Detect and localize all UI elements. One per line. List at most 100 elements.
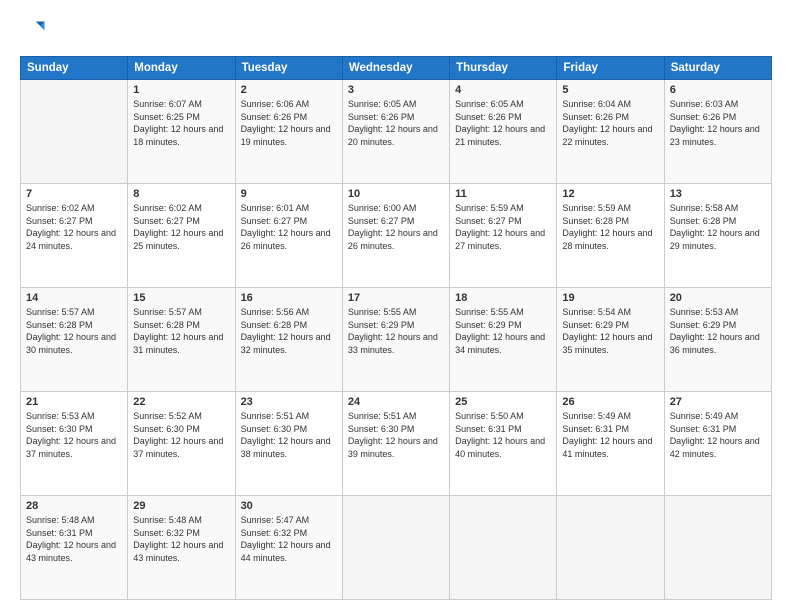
day-number: 6 <box>670 84 766 96</box>
calendar-cell: 30 Sunrise: 5:47 AMSunset: 6:32 PMDayligh… <box>235 496 342 600</box>
calendar-cell: 23Sunrise: 5:51 AMSunset: 6:30 PMDayligh… <box>235 392 342 496</box>
calendar-cell: 20 Sunrise: 5:53 AMSunset: 6:29 PMDayligh… <box>664 288 771 392</box>
day-info: Sunrise: 6:03 AMSunset: 6:26 PMDaylight:… <box>670 98 766 148</box>
calendar-cell: 9 Sunrise: 6:01 AMSunset: 6:27 PMDaylight… <box>235 184 342 288</box>
day-info: Sunrise: 5:50 AMSunset: 6:31 PMDaylight:… <box>455 410 551 460</box>
header <box>20 18 772 46</box>
day-info: Sunrise: 6:07 AMSunset: 6:25 PMDaylight:… <box>133 98 229 148</box>
day-number: 28 <box>26 500 122 512</box>
day-number: 1 <box>133 84 229 96</box>
day-number: 26 <box>562 396 658 408</box>
day-info: Sunrise: 5:59 AMSunset: 6:27 PMDaylight:… <box>455 202 551 252</box>
calendar-table: SundayMondayTuesdayWednesdayThursdayFrid… <box>20 56 772 600</box>
calendar-week-3: 14 Sunrise: 5:57 AMSunset: 6:28 PMDayligh… <box>21 288 772 392</box>
day-number: 14 <box>26 292 122 304</box>
day-info: Sunrise: 6:04 AMSunset: 6:26 PMDaylight:… <box>562 98 658 148</box>
day-info: Sunrise: 5:55 AMSunset: 6:29 PMDaylight:… <box>348 306 444 356</box>
day-number: 3 <box>348 84 444 96</box>
calendar-week-2: 7 Sunrise: 6:02 AMSunset: 6:27 PMDaylight… <box>21 184 772 288</box>
col-header-thursday: Thursday <box>450 57 557 80</box>
day-info: Sunrise: 6:02 AMSunset: 6:27 PMDaylight:… <box>133 202 229 252</box>
calendar-week-5: 28 Sunrise: 5:48 AMSunset: 6:31 PMDayligh… <box>21 496 772 600</box>
day-number: 21 <box>26 396 122 408</box>
day-info: Sunrise: 5:51 AMSunset: 6:30 PMDaylight:… <box>348 410 444 460</box>
calendar-cell: 3 Sunrise: 6:05 AMSunset: 6:26 PMDaylight… <box>342 80 449 184</box>
day-info: Sunrise: 5:56 AMSunset: 6:28 PMDaylight:… <box>241 306 337 356</box>
logo <box>20 18 52 46</box>
calendar-cell: 1 Sunrise: 6:07 AMSunset: 6:25 PMDaylight… <box>128 80 235 184</box>
day-number: 10 <box>348 188 444 200</box>
calendar-cell: 28 Sunrise: 5:48 AMSunset: 6:31 PMDayligh… <box>21 496 128 600</box>
col-header-wednesday: Wednesday <box>342 57 449 80</box>
calendar-cell: 18 Sunrise: 5:55 AMSunset: 6:29 PMDayligh… <box>450 288 557 392</box>
calendar-cell: 29 Sunrise: 5:48 AMSunset: 6:32 PMDayligh… <box>128 496 235 600</box>
day-info: Sunrise: 6:05 AMSunset: 6:26 PMDaylight:… <box>348 98 444 148</box>
calendar-week-1: 1 Sunrise: 6:07 AMSunset: 6:25 PMDaylight… <box>21 80 772 184</box>
day-number: 13 <box>670 188 766 200</box>
calendar-body: 1 Sunrise: 6:07 AMSunset: 6:25 PMDaylight… <box>21 80 772 600</box>
calendar-cell: 25 Sunrise: 5:50 AMSunset: 6:31 PMDayligh… <box>450 392 557 496</box>
day-info: Sunrise: 5:49 AMSunset: 6:31 PMDaylight:… <box>562 410 658 460</box>
day-info: Sunrise: 5:59 AMSunset: 6:28 PMDaylight:… <box>562 202 658 252</box>
calendar-header-row: SundayMondayTuesdayWednesdayThursdayFrid… <box>21 57 772 80</box>
day-number: 18 <box>455 292 551 304</box>
day-info: Sunrise: 5:48 AMSunset: 6:32 PMDaylight:… <box>133 514 229 564</box>
calendar-cell: 12 Sunrise: 5:59 AMSunset: 6:28 PMDayligh… <box>557 184 664 288</box>
calendar-cell: 19 Sunrise: 5:54 AMSunset: 6:29 PMDayligh… <box>557 288 664 392</box>
calendar-cell: 24 Sunrise: 5:51 AMSunset: 6:30 PMDayligh… <box>342 392 449 496</box>
calendar-week-4: 21 Sunrise: 5:53 AMSunset: 6:30 PMDayligh… <box>21 392 772 496</box>
col-header-monday: Monday <box>128 57 235 80</box>
col-header-saturday: Saturday <box>664 57 771 80</box>
day-info: Sunrise: 5:57 AMSunset: 6:28 PMDaylight:… <box>133 306 229 356</box>
day-number: 24 <box>348 396 444 408</box>
day-info: Sunrise: 6:05 AMSunset: 6:26 PMDaylight:… <box>455 98 551 148</box>
day-number: 12 <box>562 188 658 200</box>
day-number: 4 <box>455 84 551 96</box>
calendar-cell <box>557 496 664 600</box>
calendar-cell: 2 Sunrise: 6:06 AMSunset: 6:26 PMDaylight… <box>235 80 342 184</box>
day-number: 30 <box>241 500 337 512</box>
calendar-cell: 8 Sunrise: 6:02 AMSunset: 6:27 PMDaylight… <box>128 184 235 288</box>
day-info: Sunrise: 6:06 AMSunset: 6:26 PMDaylight:… <box>241 98 337 148</box>
day-number: 27 <box>670 396 766 408</box>
logo-icon <box>20 18 48 46</box>
calendar-cell: 22Sunrise: 5:52 AMSunset: 6:30 PMDayligh… <box>128 392 235 496</box>
calendar-page: SundayMondayTuesdayWednesdayThursdayFrid… <box>0 0 792 612</box>
day-info: Sunrise: 5:47 AMSunset: 6:32 PMDaylight:… <box>241 514 337 564</box>
calendar-cell: 26 Sunrise: 5:49 AMSunset: 6:31 PMDayligh… <box>557 392 664 496</box>
day-number: 9 <box>241 188 337 200</box>
day-info: Sunrise: 5:55 AMSunset: 6:29 PMDaylight:… <box>455 306 551 356</box>
day-info: Sunrise: 5:48 AMSunset: 6:31 PMDaylight:… <box>26 514 122 564</box>
calendar-cell: 4 Sunrise: 6:05 AMSunset: 6:26 PMDaylight… <box>450 80 557 184</box>
day-number: 20 <box>670 292 766 304</box>
day-info: Sunrise: 5:53 AMSunset: 6:30 PMDaylight:… <box>26 410 122 460</box>
calendar-cell: 5 Sunrise: 6:04 AMSunset: 6:26 PMDaylight… <box>557 80 664 184</box>
calendar-cell: 6 Sunrise: 6:03 AMSunset: 6:26 PMDaylight… <box>664 80 771 184</box>
day-number: 7 <box>26 188 122 200</box>
day-number: 5 <box>562 84 658 96</box>
col-header-friday: Friday <box>557 57 664 80</box>
day-number: 8 <box>133 188 229 200</box>
calendar-cell: 13Sunrise: 5:58 AMSunset: 6:28 PMDayligh… <box>664 184 771 288</box>
day-number: 19 <box>562 292 658 304</box>
day-info: Sunrise: 6:02 AMSunset: 6:27 PMDaylight:… <box>26 202 122 252</box>
day-number: 11 <box>455 188 551 200</box>
day-number: 2 <box>241 84 337 96</box>
day-number: 22 <box>133 396 229 408</box>
day-number: 25 <box>455 396 551 408</box>
day-info: Sunrise: 6:01 AMSunset: 6:27 PMDaylight:… <box>241 202 337 252</box>
col-header-tuesday: Tuesday <box>235 57 342 80</box>
day-info: Sunrise: 5:53 AMSunset: 6:29 PMDaylight:… <box>670 306 766 356</box>
calendar-cell <box>342 496 449 600</box>
day-info: Sunrise: 5:54 AMSunset: 6:29 PMDaylight:… <box>562 306 658 356</box>
day-number: 23 <box>241 396 337 408</box>
calendar-cell: 27Sunrise: 5:49 AMSunset: 6:31 PMDayligh… <box>664 392 771 496</box>
calendar-cell: 21 Sunrise: 5:53 AMSunset: 6:30 PMDayligh… <box>21 392 128 496</box>
col-header-sunday: Sunday <box>21 57 128 80</box>
day-info: Sunrise: 5:57 AMSunset: 6:28 PMDaylight:… <box>26 306 122 356</box>
calendar-cell <box>664 496 771 600</box>
calendar-cell: 11 Sunrise: 5:59 AMSunset: 6:27 PMDayligh… <box>450 184 557 288</box>
day-info: Sunrise: 6:00 AMSunset: 6:27 PMDaylight:… <box>348 202 444 252</box>
calendar-cell <box>450 496 557 600</box>
day-number: 29 <box>133 500 229 512</box>
